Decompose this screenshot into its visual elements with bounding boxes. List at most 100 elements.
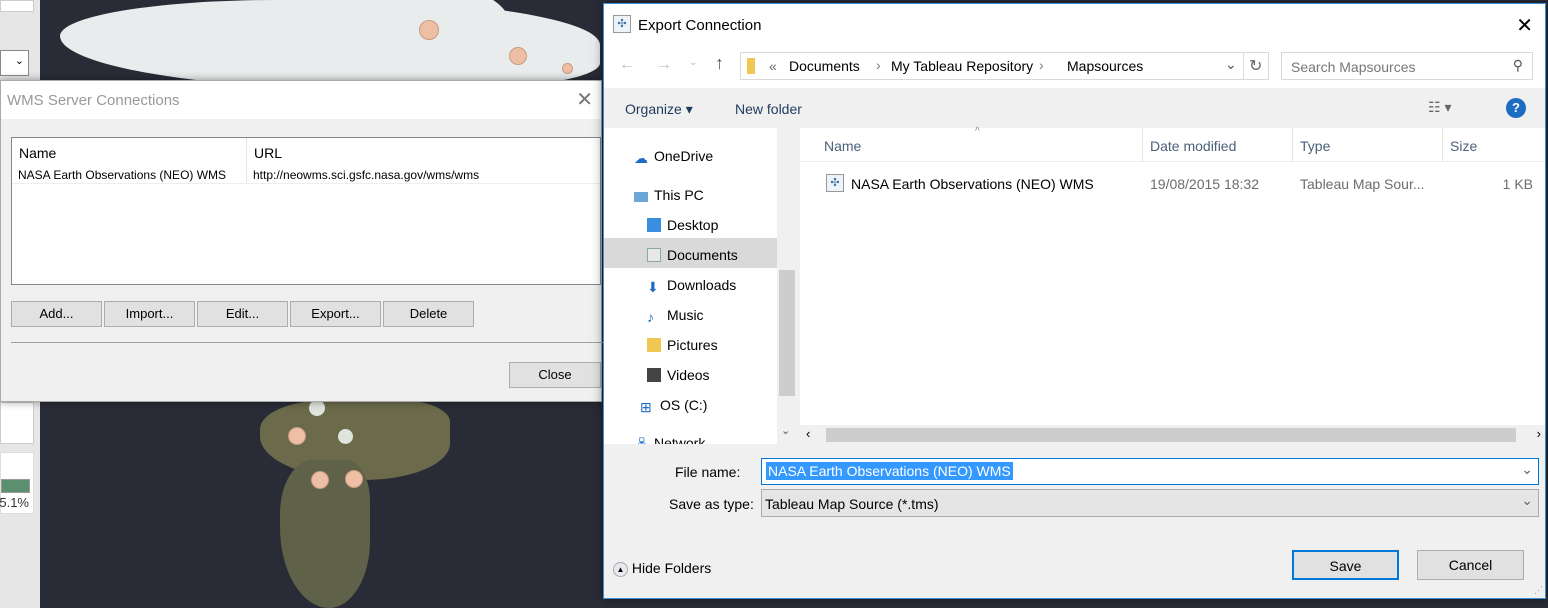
- dropdown[interactable]: ⌄: [0, 50, 29, 76]
- tableau-icon: ✣: [613, 15, 631, 33]
- network-icon: 🖧: [634, 435, 650, 444]
- wms-server-connections-dialog: WMS Server Connections ✕ Name URL NASA E…: [0, 80, 603, 402]
- nav-item-desktop[interactable]: Desktop: [647, 217, 718, 233]
- map-marker[interactable]: [288, 427, 306, 445]
- nav-item-music[interactable]: ♪ Music: [647, 307, 704, 325]
- save-as-type-label: Save as type:: [669, 496, 754, 512]
- chevron-right-icon: ›: [1039, 57, 1044, 73]
- map-marker[interactable]: [419, 20, 439, 40]
- nav-label: Desktop: [667, 217, 719, 233]
- file-list-header: ^ Name Date modified Type Size: [800, 126, 1545, 162]
- cloud-icon: ☁: [634, 150, 648, 166]
- column-header-date-modified[interactable]: Date modified: [1150, 138, 1236, 154]
- forward-icon[interactable]: →: [656, 56, 672, 74]
- file-name-label: File name:: [675, 464, 741, 480]
- column-header-size[interactable]: Size: [1450, 138, 1477, 154]
- breadcrumb-my-tableau-repository[interactable]: My Tableau Repository: [891, 58, 1033, 74]
- map-marker[interactable]: [311, 471, 329, 489]
- dialog-title: WMS Server Connections: [7, 92, 180, 109]
- edit-button[interactable]: Edit...: [197, 301, 288, 327]
- map-marker[interactable]: [562, 63, 573, 74]
- table-row[interactable]: NASA Earth Observations (NEO) WMS http:/…: [12, 166, 600, 184]
- column-header-name[interactable]: Name: [19, 145, 56, 161]
- export-button[interactable]: Export...: [290, 301, 381, 327]
- organize-button[interactable]: Organize ▾: [625, 101, 693, 118]
- search-input[interactable]: Search Mapsources ⚲: [1281, 52, 1533, 80]
- save-as-type-value: Tableau Map Source (*.tms): [765, 496, 939, 512]
- computer-icon: [634, 192, 648, 202]
- column-header-url[interactable]: URL: [254, 145, 282, 161]
- horizontal-scrollbar[interactable]: ‹ ›: [800, 425, 1545, 444]
- new-folder-button[interactable]: New folder: [735, 101, 802, 117]
- address-bar[interactable]: « Documents › My Tableau Repository › Ma…: [740, 52, 1269, 80]
- resize-grip-icon[interactable]: ⋰: [1534, 585, 1543, 596]
- save-as-type-select[interactable]: Tableau Map Source (*.tms) ⌄: [761, 489, 1539, 517]
- connections-list[interactable]: Name URL NASA Earth Observations (NEO) W…: [11, 137, 601, 285]
- nav-item-network[interactable]: 🖧 Network: [634, 435, 705, 444]
- map-marker[interactable]: [338, 429, 353, 444]
- close-icon[interactable]: ✕: [576, 87, 593, 112]
- close-button[interactable]: Close: [509, 362, 601, 388]
- nav-label: Music: [667, 307, 704, 323]
- panel-card: [0, 402, 34, 444]
- breadcrumb-mapsources[interactable]: Mapsources: [1067, 58, 1143, 74]
- nav-item-downloads[interactable]: ⬇ Downloads: [647, 277, 736, 295]
- import-button[interactable]: Import...: [104, 301, 195, 327]
- scroll-left-icon[interactable]: ‹: [806, 426, 810, 441]
- file-row[interactable]: ✣ NASA Earth Observations (NEO) WMS 19/0…: [800, 172, 1545, 196]
- delete-button[interactable]: Delete: [383, 301, 474, 327]
- folder-icon: [747, 58, 755, 74]
- progress-card: 5.1%: [0, 452, 34, 514]
- breadcrumb-documents[interactable]: Documents: [789, 58, 860, 74]
- file-list: ^ Name Date modified Type Size ✣ NASA Ea…: [800, 126, 1545, 444]
- dialog-titlebar: ✣ Export Connection ✕ ← → ⌄ ↑ « Document…: [604, 4, 1545, 88]
- chevron-down-icon[interactable]: ⌄: [1225, 56, 1237, 73]
- chevron-down-icon[interactable]: ⌄: [1521, 492, 1533, 509]
- divider: [11, 342, 603, 343]
- save-label: Save: [1329, 558, 1362, 574]
- nav-item-videos[interactable]: Videos: [647, 367, 710, 383]
- file-type: Tableau Map Sour...: [1300, 176, 1425, 192]
- nav-label: OneDrive: [654, 148, 714, 164]
- sort-ascending-icon: ^: [975, 126, 980, 137]
- search-placeholder: Search Mapsources: [1291, 59, 1416, 75]
- toolbar: Organize ▾ New folder ☷ ▾ ?: [604, 88, 1545, 128]
- connection-url: http://neowms.sci.gsfc.nasa.gov/wms/wms: [253, 168, 480, 182]
- help-icon[interactable]: ?: [1506, 98, 1526, 118]
- map-marker[interactable]: [509, 47, 527, 65]
- map-marker[interactable]: [309, 400, 325, 416]
- hide-folders-button[interactable]: ▲ Hide Folders: [613, 560, 711, 577]
- export-connection-dialog: ✣ Export Connection ✕ ← → ⌄ ↑ « Document…: [603, 3, 1546, 599]
- save-button[interactable]: Save: [1292, 550, 1399, 580]
- close-icon[interactable]: ✕: [1516, 13, 1533, 38]
- scrollbar-thumb[interactable]: [826, 428, 1516, 442]
- chevron-down-icon[interactable]: ⌄: [1521, 461, 1533, 478]
- nav-item-documents-selected[interactable]: Documents: [604, 238, 777, 268]
- nav-scrollbar[interactable]: ⌄: [777, 128, 797, 444]
- view-options-icon[interactable]: ☷ ▾: [1428, 99, 1451, 116]
- add-button[interactable]: Add...: [11, 301, 102, 327]
- nav-label: Pictures: [667, 337, 718, 353]
- nav-item-onedrive[interactable]: ☁ OneDrive: [634, 148, 714, 166]
- nav-label: This PC: [654, 187, 704, 203]
- column-header-name[interactable]: Name: [824, 138, 861, 154]
- map-marker[interactable]: [345, 470, 363, 488]
- nav-item-this-pc[interactable]: This PC: [634, 187, 704, 203]
- back-icon[interactable]: ←: [619, 56, 635, 74]
- refresh-icon[interactable]: ↻: [1249, 56, 1262, 76]
- search-icon[interactable]: ⚲: [1513, 57, 1523, 74]
- nav-item-pictures[interactable]: Pictures: [647, 337, 718, 353]
- scroll-down-icon[interactable]: ⌄: [781, 424, 790, 437]
- scroll-right-icon[interactable]: ›: [1537, 426, 1541, 441]
- file-name-input[interactable]: NASA Earth Observations (NEO) WMS ⌄: [761, 458, 1539, 485]
- up-icon[interactable]: ↑: [715, 53, 724, 74]
- breadcrumb-overflow[interactable]: «: [769, 58, 777, 74]
- cancel-button[interactable]: Cancel: [1417, 550, 1524, 580]
- download-icon: ⬇: [647, 279, 659, 295]
- scrollbar-thumb[interactable]: [779, 270, 795, 396]
- column-header-type[interactable]: Type: [1300, 138, 1330, 154]
- documents-icon: [647, 248, 661, 262]
- recent-chevron-icon[interactable]: ⌄: [689, 57, 697, 68]
- file-name-value: NASA Earth Observations (NEO) WMS: [766, 462, 1013, 480]
- nav-item-os-c[interactable]: ⊞ OS (C:): [640, 397, 707, 415]
